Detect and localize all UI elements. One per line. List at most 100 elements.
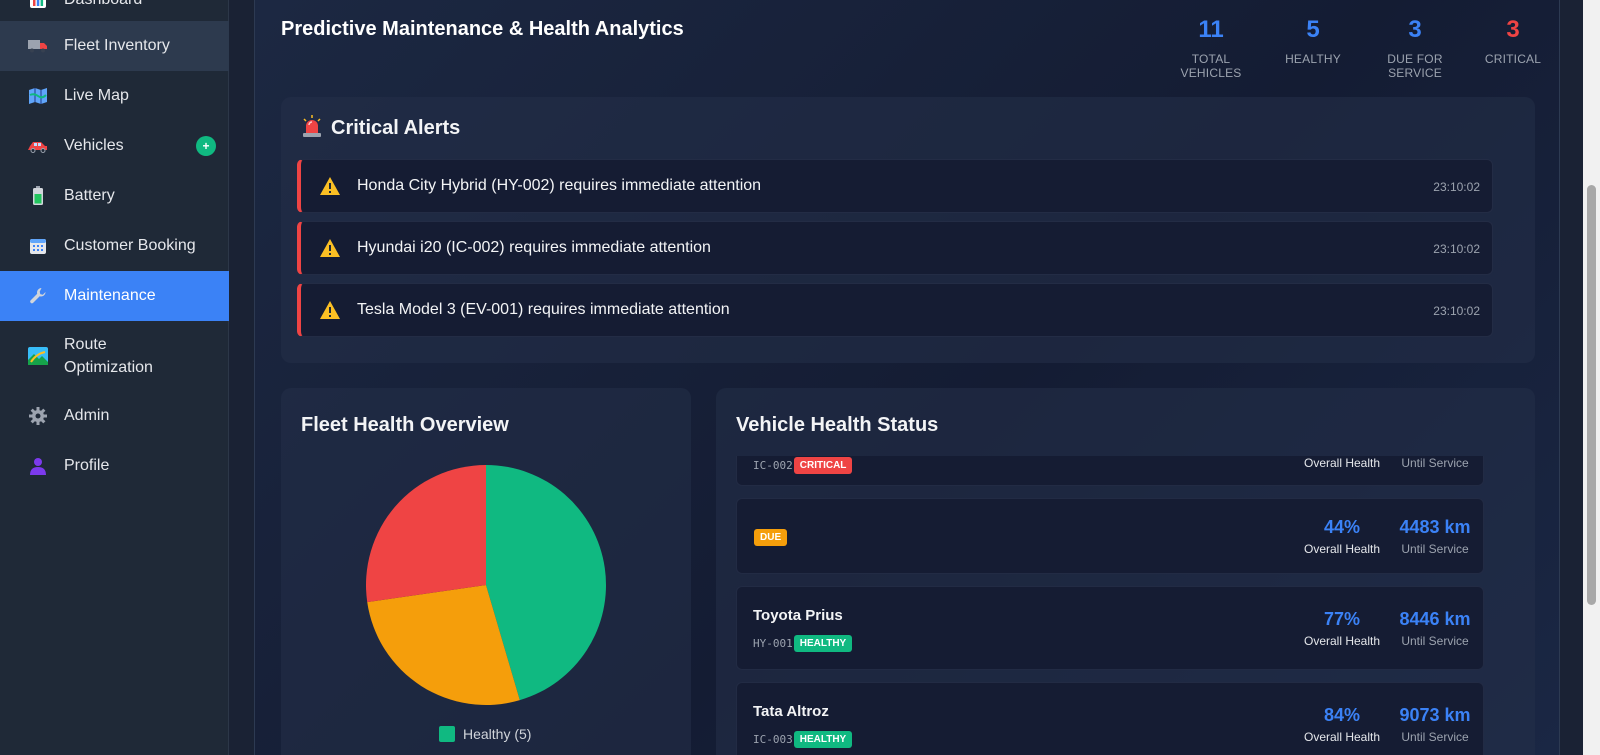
stat-critical: 3 CRITICAL [1483,16,1543,66]
alert-message: Honda City Hybrid (HY-002) requires imme… [357,177,762,194]
vehicle-id-text: HY-001 [753,637,793,650]
stat-healthy: 5 HEALTHY [1283,16,1343,66]
health-caption: Overall Health [1303,542,1381,556]
service-metric: 4483 km Until Service [1395,517,1475,556]
service-caption: Until Service [1401,456,1469,470]
sidebar-item-admin[interactable]: Admin [0,391,229,441]
vehicle-card[interactable]: DUE 44% Overall Health 4483 km Until Ser… [736,498,1484,574]
vehicle-id: IC-003 HEALTHY [753,731,853,748]
sidebar-item-maintenance[interactable]: Maintenance [0,271,229,321]
user-icon [28,456,48,476]
chart-icon [28,0,48,10]
sidebar-item-label: Vehicles [64,137,124,154]
sidebar-item-label: Battery [64,187,115,204]
fleet-health-title: Fleet Health Overview [301,414,509,436]
stat-value: 3 [1408,16,1422,43]
alert-item[interactable]: Tesla Model 3 (EV-001) requires immediat… [297,283,1493,337]
calendar-icon [28,236,48,256]
vehicle-card[interactable]: IC-002 CRITICAL Overall Health Until Serv… [736,456,1484,486]
vehicle-card[interactable]: Toyota Prius HY-001 HEALTHY 77% Overall H… [736,586,1484,670]
sidebar-item-label: Fleet Inventory [64,37,170,54]
sidebar-item-live-map[interactable]: Live Map [0,71,229,121]
health-metric: 77% Overall Health [1297,609,1387,648]
battery-icon [28,186,48,206]
add-vehicle-badge[interactable]: + [196,136,216,156]
alert-item[interactable]: Hyundai i20 (IC-002) requires immediate … [297,221,1493,275]
stat-value: 5 [1306,16,1320,43]
vehicle-health-panel: Vehicle Health Status IC-002 CRITICAL Ove… [716,388,1535,755]
service-value: 8446 km [1399,609,1471,629]
pie-slice-critical[interactable] [366,465,486,603]
legend-swatch [439,726,455,742]
sidebar-item-vehicles[interactable]: Vehicles + [0,121,229,171]
warning-icon [319,176,341,196]
service-value: 9073 km [1399,705,1471,725]
map-icon [28,86,48,106]
fleet-health-panel: Fleet Health Overview Healthy (5) [281,388,691,755]
sidebar-item-label: Live Map [64,87,129,104]
vehicle-name: Toyota Prius [753,607,843,624]
sidebar-item-fleet-inventory[interactable]: Fleet Inventory [0,21,229,71]
warning-icon [319,300,341,320]
legend-label: Healthy (5) [463,726,532,742]
sidebar-item-label: Dashboard [64,0,142,9]
stat-label: DUE FOR SERVICE [1387,52,1443,80]
service-caption: Until Service [1401,542,1469,556]
status-badge: DUE [754,529,788,546]
health-caption: Overall Health [1303,634,1381,648]
health-value: 77% [1323,609,1361,629]
stat-label: TOTAL VEHICLES [1180,52,1242,80]
main-content: Predictive Maintenance & Health Analytic… [254,0,1560,755]
alert-time: 23:10:02 [1433,242,1480,256]
service-value: 4483 km [1399,517,1471,537]
alert-time: 23:10:02 [1433,180,1480,194]
sidebar-item-label: Admin [64,407,110,424]
vehicle-card[interactable]: Tata Altroz IC-003 HEALTHY 84% Overall He… [736,682,1484,755]
vehicle-health-title: Vehicle Health Status [736,414,939,436]
alert-time: 23:10:02 [1433,304,1480,318]
vehicle-id: DUE [753,529,788,546]
wrench-icon [28,286,48,306]
car-icon [28,136,48,156]
chart-legend: Healthy (5) [439,726,531,742]
page-scrollbar[interactable] [1583,0,1600,755]
health-value: 44% [1323,517,1361,537]
critical-alerts-title: Critical Alerts [331,117,461,139]
vehicle-id-text: IC-002 [753,459,793,472]
sidebar-item-label: Maintenance [64,287,156,304]
service-metric: 8446 km Until Service [1395,609,1475,648]
vehicle-health-list[interactable]: IC-002 CRITICAL Overall Health Until Serv… [736,456,1500,755]
vehicle-id: IC-002 CRITICAL [753,457,853,474]
health-value: 84% [1323,705,1361,725]
health-metric: 84% Overall Health [1297,705,1387,744]
alert-message: Tesla Model 3 (EV-001) requires immediat… [357,301,730,318]
status-badge: HEALTHY [793,731,853,748]
alert-message: Hyundai i20 (IC-002) requires immediate … [357,239,711,256]
service-metric: Until Service [1395,456,1475,470]
sidebar-item-battery[interactable]: Battery [0,171,229,221]
truck-icon [28,36,48,56]
page-title: Predictive Maintenance & Health Analytic… [281,18,684,40]
sidebar-item-route-optimization[interactable]: Route Optimization [0,321,229,391]
service-caption: Until Service [1401,730,1469,744]
sidebar-item-profile[interactable]: Profile [0,441,229,491]
service-metric: 9073 km Until Service [1395,705,1475,744]
alert-item[interactable]: Honda City Hybrid (HY-002) requires imme… [297,159,1493,213]
sidebar-item-label: Route Optimization [64,336,153,376]
gear-icon [28,406,48,426]
health-caption: Overall Health [1303,456,1381,470]
sidebar-item-label: Profile [64,457,110,474]
vehicle-id-text: IC-003 [753,733,793,746]
service-caption: Until Service [1401,634,1469,648]
health-metric: Overall Health [1297,456,1387,470]
siren-icon [301,115,323,139]
sidebar-item-customer-booking[interactable]: Customer Booking [0,221,229,271]
page-scrollbar-thumb[interactable] [1587,185,1596,605]
vehicle-name: Tata Altroz [753,703,829,720]
warning-icon [319,238,341,258]
stat-due-for-service: 3 DUE FOR SERVICE [1360,16,1470,80]
status-badge: HEALTHY [793,635,853,652]
route-icon [28,346,48,366]
sidebar-item-label: Customer Booking [64,237,196,254]
stat-label: CRITICAL [1484,52,1542,66]
